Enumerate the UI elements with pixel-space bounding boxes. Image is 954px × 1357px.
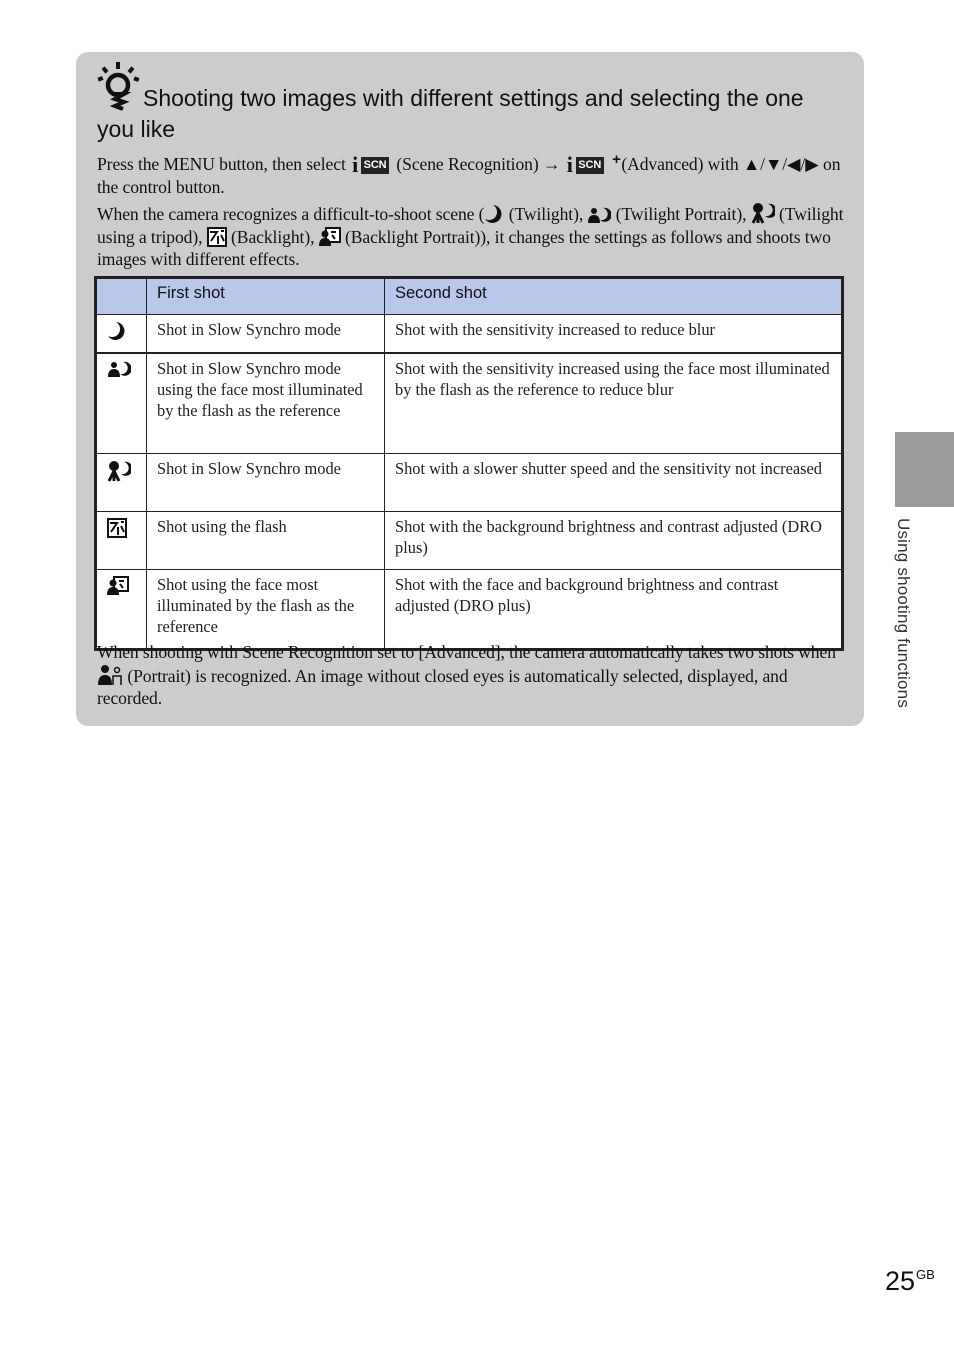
twilight-icon — [485, 205, 502, 223]
first-shot-cell: Shot in Slow Synchro mode — [146, 314, 385, 354]
twilight-portrait-icon — [588, 207, 612, 223]
instruction-paragraph: Press the MENU button, then select i SCN … — [97, 151, 841, 197]
first-shot-cell: Shot in Slow Synchro mode using the face… — [146, 352, 385, 454]
shot-settings-table: First shot Second shot Shot in Slow Sync… — [94, 276, 844, 651]
second-shot-cell: Shot with the sensitivity increased usin… — [384, 352, 842, 454]
table-row: Shot using the face most illuminated by … — [96, 569, 842, 649]
twilight-portrait-icon — [108, 361, 132, 377]
hint-title-text: Shooting two images with different setti… — [97, 85, 804, 142]
hint-title: Shooting two images with different setti… — [97, 62, 837, 145]
arrow-right-icon: → — [542, 154, 561, 174]
header-icon-column — [96, 278, 147, 315]
first-shot-cell: Shot using the face most illuminated by … — [146, 569, 385, 649]
section-label: Using shooting functions — [894, 518, 913, 709]
scene-recognition-icon: i SCN — [352, 153, 390, 176]
second-shot-cell: Shot with a slower shutter speed and the… — [384, 453, 842, 512]
second-shot-cell: Shot with the background brightness and … — [384, 511, 842, 570]
page-number: 25GB — [885, 1266, 935, 1296]
twilight-tripod-icon — [107, 461, 133, 482]
table-row: Shot in Slow Synchro mode Shot with the … — [96, 314, 842, 354]
lightbulb-hint-icon — [97, 62, 140, 111]
backlight-icon — [107, 518, 127, 538]
backlight-portrait-icon — [318, 226, 341, 246]
scene-recognition-advanced-icon: i SCN + — [566, 151, 621, 177]
twilight-icon — [108, 322, 125, 340]
header-first-shot: First shot — [146, 278, 385, 315]
portrait-note-paragraph: When shooting with Scene Recognition set… — [97, 642, 836, 708]
second-shot-cell: Shot with the sensitivity increased to r… — [384, 314, 842, 354]
first-shot-cell: Shot using the flash — [146, 511, 385, 570]
hint-box: Shooting two images with different setti… — [76, 52, 864, 726]
table-row: Shot in Slow Synchro mode using the face… — [96, 352, 842, 454]
header-second-shot: Second shot — [384, 278, 842, 315]
second-shot-cell: Shot with the face and background bright… — [384, 569, 842, 649]
section-tab-marker — [895, 432, 954, 507]
twilight-tripod-icon — [751, 203, 775, 224]
table-row: Shot in Slow Synchro mode Shot with a sl… — [96, 453, 842, 512]
first-shot-cell: Shot in Slow Synchro mode — [146, 453, 385, 512]
table-header-row: First shot Second shot — [96, 278, 842, 315]
table-row: Shot using the flash Shot with the backg… — [96, 511, 842, 570]
backlight-portrait-icon — [107, 576, 129, 595]
portrait-icon — [98, 664, 122, 685]
scene-description-paragraph: When the camera recognizes a difficult-t… — [97, 203, 844, 269]
backlight-icon — [206, 226, 227, 247]
